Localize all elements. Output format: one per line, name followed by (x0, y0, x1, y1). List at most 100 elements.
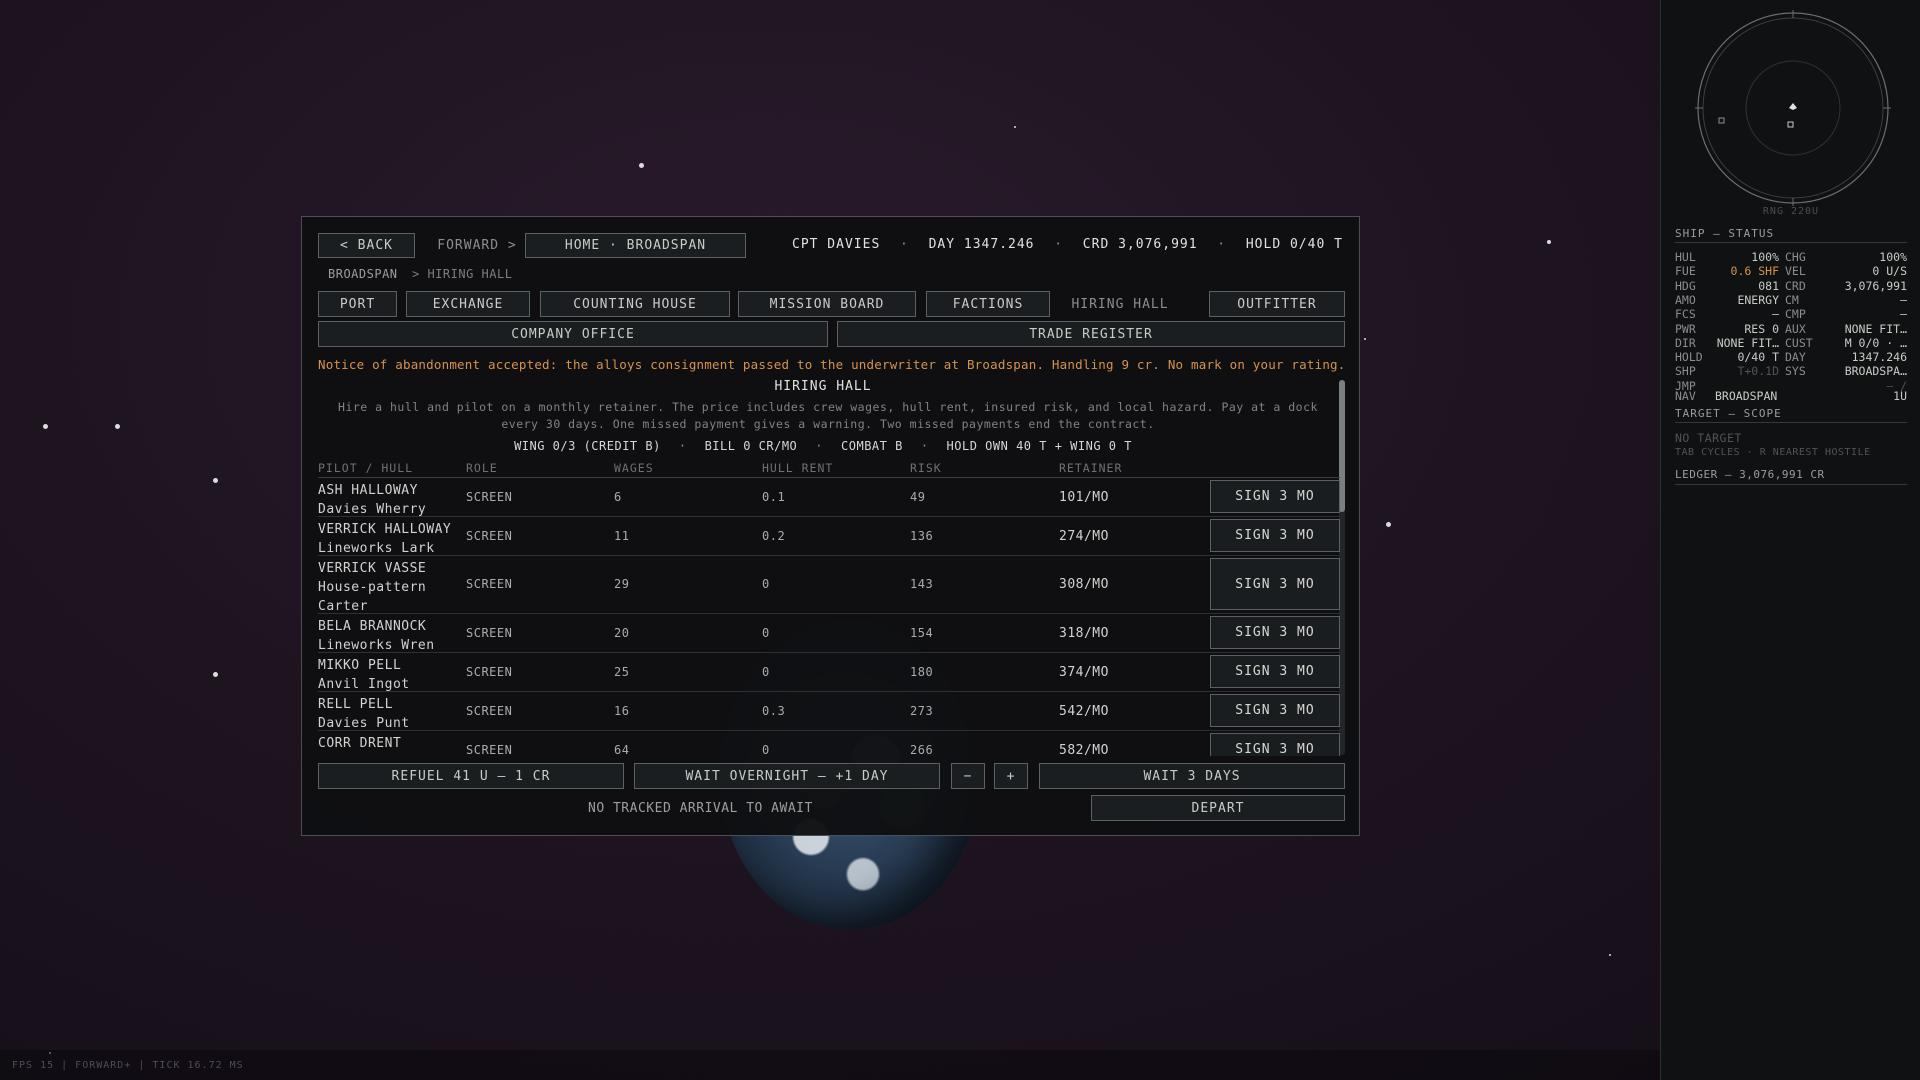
target-scope-title: TARGET — SCOPE (1675, 407, 1782, 420)
sign-contract-button[interactable]: SIGN 3 MO (1210, 519, 1340, 552)
hull-name: House-pattern Carter (318, 580, 427, 614)
col-wages: WAGES (614, 461, 654, 475)
status-value: 0 U/S (1872, 264, 1907, 279)
role-cell: SCREEN (466, 577, 513, 591)
separator: · (900, 237, 909, 252)
notice-message: Notice of abandonment accepted: the allo… (318, 357, 1346, 372)
status-value: 0.6 SHF (1730, 264, 1779, 279)
table-row: CORR DRENT Sable (Recovered) SCREEN 64 0 266 5… (318, 731, 1340, 756)
hull-rent-cell: 0.3 (762, 703, 786, 718)
tab-cycle-hint: TAB CYCLES · R NEAREST HOSTILE (1675, 447, 1871, 458)
depart-button[interactable]: DEPART (1091, 795, 1345, 821)
role-cell: SCREEN (466, 489, 513, 504)
wages-cell: 20 (614, 625, 630, 640)
tab-outfitter[interactable]: OUTFITTER (1209, 291, 1345, 317)
col-hull-rent: HULL RENT (762, 461, 834, 475)
table-row: VERRICK HALLOWAY Lineworks Lark SCREEN 11 0.… (318, 517, 1340, 556)
hold-label: HOLD 0/40 T (1245, 237, 1343, 252)
status-key: CUST (1785, 335, 1813, 350)
hull-rent-cell: 0 (762, 625, 770, 640)
tab-company-office[interactable]: COMPANY OFFICE (318, 321, 828, 347)
wait-overnight-button[interactable]: WAIT OVERNIGHT — +1 DAY (634, 763, 940, 789)
range-label: RNG 220U (1762, 206, 1820, 217)
status-value: 0/40 T (1737, 350, 1779, 365)
table-row: VERRICK VASSE House-pattern Carter SCREEN 2… (318, 556, 1340, 614)
ship-status-title: SHIP — STATUS (1675, 227, 1775, 240)
tab-hiring-hall[interactable]: HIRING HALL (1058, 291, 1182, 317)
status-value: NONE FIT… (1716, 335, 1779, 350)
pilot-name: RELL PELL (318, 697, 393, 712)
nav-value: BROADSPAN (1715, 389, 1778, 403)
pilot-hull-cell: VERRICK HALLOWAY Lineworks Lark (318, 520, 458, 558)
tab-trade-register[interactable]: TRADE REGISTER (837, 321, 1345, 347)
pilot-name: ASH HALLOWAY (318, 483, 418, 498)
retainer-cell: 101/MO (1059, 489, 1109, 505)
tab-factions[interactable]: FACTIONS (926, 291, 1050, 317)
status-value: 081 (1758, 278, 1779, 293)
sign-contract-button[interactable]: SIGN 3 MO (1210, 480, 1340, 513)
sign-contract-button[interactable]: SIGN 3 MO (1210, 558, 1340, 610)
credits-label: CRD 3,076,991 (1082, 237, 1198, 252)
decrease-days-button[interactable]: − (951, 763, 985, 789)
pilot-hull-cell: CORR DRENT Sable (Recovered) (318, 734, 458, 756)
hull-rent-cell: 0.1 (762, 489, 786, 504)
ledger-label: LEDGER — 3,076,991 CR (1675, 468, 1825, 481)
sign-contract-button[interactable]: SIGN 3 MO (1210, 694, 1340, 727)
star (115, 424, 120, 429)
hold-status: HOLD OWN 40 T + WING 0 T (946, 439, 1132, 453)
status-key: AMO (1675, 292, 1696, 307)
separator: · (678, 439, 687, 453)
pilot-hull-cell: BELA BRANNOCK Lineworks Wren (318, 617, 458, 655)
captain-label: CPT DAVIES (792, 237, 881, 252)
risk-cell: 180 (910, 664, 934, 679)
hull-name: Sable (Recovered) (318, 753, 458, 756)
home-button[interactable]: HOME · BROADSPAN (525, 233, 746, 258)
table-row: BELA BRANNOCK Lineworks Wren SCREEN 20 0 154 3… (318, 614, 1340, 653)
status-key: CRD (1785, 278, 1806, 293)
table-row: RELL PELL Davies Punt SCREEN 16 0.3 273 542/MO… (318, 692, 1340, 731)
star (1547, 240, 1551, 244)
table-row: MIKKO PELL Anvil Ingot SCREEN 25 0 180 374/MO S… (318, 653, 1340, 692)
sign-contract-button[interactable]: SIGN 3 MO (1210, 616, 1340, 649)
increase-days-button[interactable]: + (994, 763, 1028, 789)
retainer-cell: 308/MO (1059, 577, 1109, 592)
separator: · (1217, 237, 1227, 252)
star (43, 424, 48, 429)
risk-cell: 266 (910, 742, 934, 757)
wing-status: WING 0/3 (CREDIT B) (514, 439, 661, 453)
wages-cell: 6 (614, 489, 622, 504)
breadcrumb-current: > HIRING HALL (412, 267, 513, 281)
wages-cell: 11 (614, 528, 630, 543)
status-key: CM (1785, 292, 1799, 307)
retainer-cell: 582/MO (1059, 742, 1109, 757)
tab-mission-board[interactable]: MISSION BOARD (738, 291, 916, 317)
hiring-hall-title: HIRING HALL (774, 379, 872, 394)
refuel-button[interactable]: REFUEL 41 U — 1 CR (318, 763, 624, 789)
wait-days-button[interactable]: WAIT 3 DAYS (1039, 763, 1345, 789)
sign-contract-button[interactable]: SIGN 3 MO (1210, 655, 1340, 688)
radar-scope[interactable] (1695, 10, 1891, 206)
status-value: BROADSPA… (1844, 364, 1907, 379)
breadcrumb-root[interactable]: BROADSPAN (328, 267, 398, 281)
status-key: CMP (1785, 307, 1806, 322)
pilot-name: MIKKO PELL (318, 658, 402, 673)
tab-exchange[interactable]: EXCHANGE (406, 291, 530, 317)
status-key: FUE (1675, 264, 1696, 279)
hull-rent-cell: 0 (762, 742, 770, 757)
status-value: 3,076,991 (1844, 278, 1907, 293)
back-button[interactable]: < BACK (318, 233, 415, 258)
sign-contract-button[interactable]: SIGN 3 MO (1210, 733, 1340, 756)
wages-cell: 25 (614, 664, 630, 679)
star (213, 478, 218, 483)
tab-counting-house[interactable]: COUNTING HOUSE (540, 291, 730, 317)
star (639, 163, 644, 168)
status-key: HOLD (1675, 350, 1703, 365)
hull-rent-cell: 0.2 (762, 528, 786, 543)
separator: · (815, 439, 824, 453)
tab-port[interactable]: PORT (318, 291, 397, 317)
status-value: M 0/0 · … (1844, 335, 1907, 350)
divider (1675, 242, 1907, 243)
status-key: AUX (1785, 321, 1806, 336)
forward-button[interactable]: FORWARD > (422, 233, 532, 258)
hull-rent-cell: 0 (762, 577, 770, 591)
